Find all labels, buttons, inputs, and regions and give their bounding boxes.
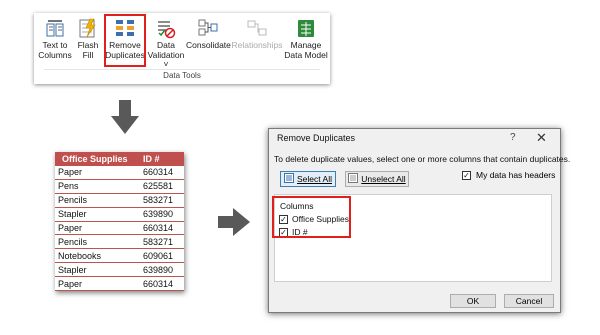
cell-id: 660314 xyxy=(143,278,174,289)
help-button[interactable]: ? xyxy=(510,132,516,143)
table-row: Pencils 583271 xyxy=(55,194,184,208)
table-row: Stapler 639890 xyxy=(55,263,184,278)
consolidate-label: Consolidate xyxy=(186,40,231,50)
text-to-columns-label: Text to Columns xyxy=(38,40,72,60)
table-row: Pens 625581 xyxy=(55,180,184,194)
dialog-title: Remove Duplicates xyxy=(277,133,356,143)
cell-item: Pencils xyxy=(58,236,88,247)
group-label: Data Tools xyxy=(163,71,201,80)
select-all-button[interactable]: Select All xyxy=(280,171,336,187)
cell-item: Paper xyxy=(58,278,83,289)
unselect-all-label: Unselect All xyxy=(361,174,406,184)
table-row: Paper 660314 xyxy=(55,277,184,292)
cell-item: Stapler xyxy=(58,209,87,220)
office-supplies-table: Office Supplies ID # Paper 660314 Pens 625… xyxy=(55,152,184,292)
ribbon-divider xyxy=(44,69,320,70)
dialog-titlebar: Remove Duplicates ? ✕ xyxy=(269,129,560,147)
consolidate-icon xyxy=(186,17,230,39)
cell-id: 583271 xyxy=(143,236,174,247)
header-id: ID # xyxy=(143,154,160,164)
cell-item: Notebooks xyxy=(58,250,102,261)
relationships-button[interactable]: Relationships xyxy=(231,17,283,69)
cell-item: Paper xyxy=(58,223,83,233)
arrow-down-icon xyxy=(111,100,139,139)
table-header-row: Office Supplies ID # xyxy=(55,152,184,166)
cell-id: 639890 xyxy=(143,209,174,220)
cell-id: 625581 xyxy=(143,181,174,192)
cell-item: Stapler xyxy=(58,264,87,275)
cell-id: 639890 xyxy=(143,264,174,275)
headers-checkbox-row[interactable]: ✓ My data has headers xyxy=(462,170,555,180)
unselect-all-button[interactable]: Unselect All xyxy=(345,171,409,187)
cell-id: 660314 xyxy=(143,167,174,178)
remove-duplicates-highlight xyxy=(104,14,146,67)
consolidate-button[interactable]: Consolidate xyxy=(186,17,231,69)
select-all-icon xyxy=(284,173,295,185)
headers-checkbox-label: My data has headers xyxy=(476,170,556,180)
data-validation-button[interactable]: Data Validation ˅ xyxy=(147,17,185,69)
arrow-right-icon xyxy=(218,208,250,241)
close-icon[interactable]: ✕ xyxy=(536,130,547,146)
text-to-columns-icon xyxy=(38,17,72,39)
flash-fill-button[interactable]: Flash Fill xyxy=(74,17,102,69)
cell-item: Pencils xyxy=(58,195,88,206)
data-validation-label: Data Validation ˅ xyxy=(147,40,185,69)
cell-item: Paper xyxy=(58,167,83,178)
header-office-supplies: Office Supplies xyxy=(62,154,128,164)
cell-item: Pens xyxy=(58,181,79,192)
table-row: Notebooks 609061 xyxy=(55,249,184,264)
ok-button[interactable]: OK xyxy=(450,294,496,308)
flash-fill-label: Flash Fill xyxy=(77,40,99,60)
cell-id: 609061 xyxy=(143,250,174,261)
manage-data-model-button[interactable]: Manage Data Model xyxy=(284,17,328,69)
cell-id: 583271 xyxy=(143,195,174,206)
table-row: Stapler 639890 xyxy=(55,208,184,222)
relationships-icon xyxy=(231,17,283,39)
text-to-columns-button[interactable]: Text to Columns xyxy=(38,17,72,69)
table-row: Paper 660314 xyxy=(55,222,184,236)
relationships-label: Relationships xyxy=(231,40,283,50)
cancel-button[interactable]: Cancel xyxy=(504,294,554,308)
table-row: Pencils 583271 xyxy=(55,235,184,250)
columns-highlight xyxy=(272,196,351,238)
unselect-all-icon xyxy=(348,173,359,185)
table-row: Paper 660314 xyxy=(55,166,184,180)
manage-data-model-label: Manage Data Model xyxy=(284,40,328,60)
flash-fill-icon xyxy=(74,17,102,39)
headers-checkbox[interactable]: ✓ xyxy=(462,170,471,180)
data-validation-icon xyxy=(147,17,185,39)
cell-id: 660314 xyxy=(143,223,174,233)
dialog-instruction: To delete duplicate values, select one o… xyxy=(274,154,571,164)
remove-duplicates-dialog: Remove Duplicates ? ✕ To delete duplicat… xyxy=(268,128,570,313)
data-tools-ribbon: Text to Columns Flash Fill Remove Duplicate… xyxy=(34,13,330,84)
manage-data-model-icon xyxy=(284,17,328,39)
select-all-label: Select All xyxy=(297,174,332,184)
